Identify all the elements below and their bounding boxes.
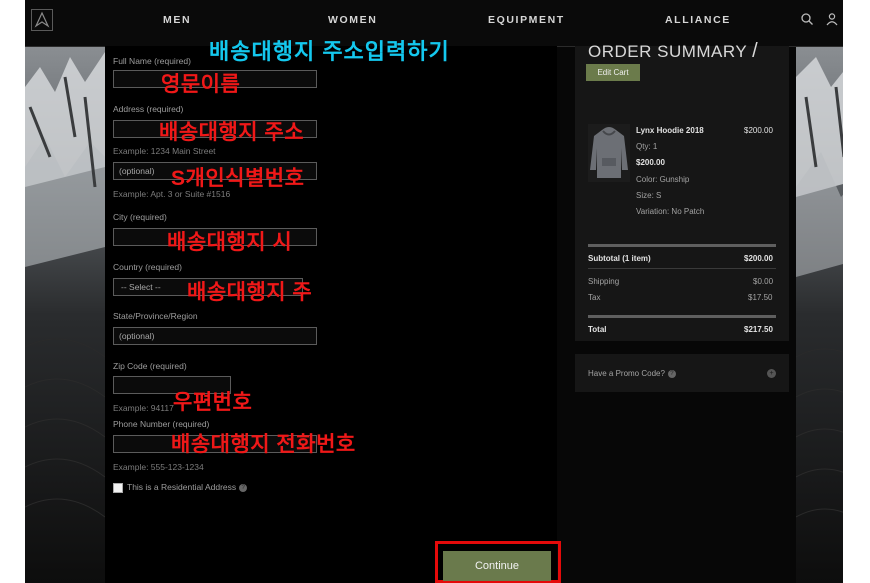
logo[interactable] — [31, 9, 53, 31]
annotation-state: 배송대행지 주 — [187, 281, 313, 304]
total-value: $217.50 — [744, 325, 773, 334]
city-label: City (required) — [113, 212, 167, 222]
annotation-city: 배송대행지 시 — [167, 231, 293, 254]
user-icon[interactable] — [825, 12, 839, 31]
annotation-name: 영문이름 — [161, 73, 241, 96]
address-example: Example: 1234 Main Street — [113, 146, 216, 156]
item-unit-price: $200.00 — [636, 158, 665, 167]
country-label: Country (required) — [113, 262, 182, 272]
item-price: $200.00 — [744, 126, 773, 135]
mountain-image-right — [796, 47, 843, 583]
zip-label: Zip Code (required) — [113, 361, 187, 371]
total-label: Total — [588, 325, 607, 334]
annotation-phone: 배송대행지 전화번호 — [171, 433, 356, 456]
checkout-page: MEN WOMEN EQUIPMENT ALLIANCE Full Name (… — [25, 0, 843, 583]
divider — [588, 244, 776, 247]
divider — [588, 268, 776, 269]
item-size: Size: S — [636, 191, 662, 200]
nav-link-men[interactable]: MEN — [163, 14, 191, 26]
annotation-personal-id: S개인식별번호 — [171, 167, 305, 190]
item-color: Color: Gunship — [636, 175, 690, 184]
country-select-value: -- Select -- — [121, 282, 161, 292]
phone-example: Example: 555-123-1234 — [113, 462, 204, 472]
annotation-address: 배송대행지 주소 — [159, 121, 305, 144]
state-label: State/Province/Region — [113, 311, 198, 321]
logo-icon — [34, 11, 50, 28]
promo-label: Have a Promo Code?? — [588, 369, 676, 378]
help-icon[interactable]: ? — [667, 369, 676, 378]
product-thumbnail[interactable] — [588, 124, 630, 182]
tax-value: $17.50 — [748, 293, 773, 302]
item-variation: Variation: No Patch — [636, 207, 705, 216]
residential-label: This is a Residential Address? — [127, 482, 248, 492]
promo-code-toggle[interactable]: Have a Promo Code?? + — [575, 354, 789, 392]
order-summary-title: ORDER SUMMARY / — [588, 40, 759, 62]
address-label: Address (required) — [113, 104, 184, 114]
divider — [588, 315, 776, 318]
full-name-label: Full Name (required) — [113, 56, 191, 66]
continue-button[interactable]: Continue — [443, 551, 551, 581]
annotation-zip: 우편번호 — [173, 391, 253, 414]
nav-link-alliance[interactable]: ALLIANCE — [665, 14, 731, 26]
subtotal-value: $200.00 — [744, 254, 773, 263]
residential-checkbox[interactable] — [113, 483, 123, 493]
annotation-title: 배송대행지 주소입력하기 — [209, 39, 450, 64]
nav-link-equipment[interactable]: EQUIPMENT — [488, 14, 565, 26]
shipping-value: $0.00 — [753, 277, 774, 286]
search-icon[interactable] — [800, 12, 814, 31]
state-input[interactable]: (optional) — [113, 327, 317, 345]
subtotal-label: Subtotal (1 item) — [588, 254, 651, 263]
mountain-image-left — [25, 47, 105, 583]
expand-icon[interactable]: + — [767, 369, 776, 378]
shipping-label: Shipping — [588, 277, 620, 286]
item-qty: Qty: 1 — [636, 142, 658, 151]
tax-label: Tax — [588, 293, 601, 302]
help-icon[interactable]: ? — [239, 483, 248, 492]
edit-cart-button[interactable]: Edit Cart — [586, 64, 640, 81]
item-name[interactable]: Lynx Hoodie 2018 — [636, 126, 704, 135]
nav-link-women[interactable]: WOMEN — [328, 14, 377, 26]
zip-example: Example: 94117 — [113, 403, 174, 413]
